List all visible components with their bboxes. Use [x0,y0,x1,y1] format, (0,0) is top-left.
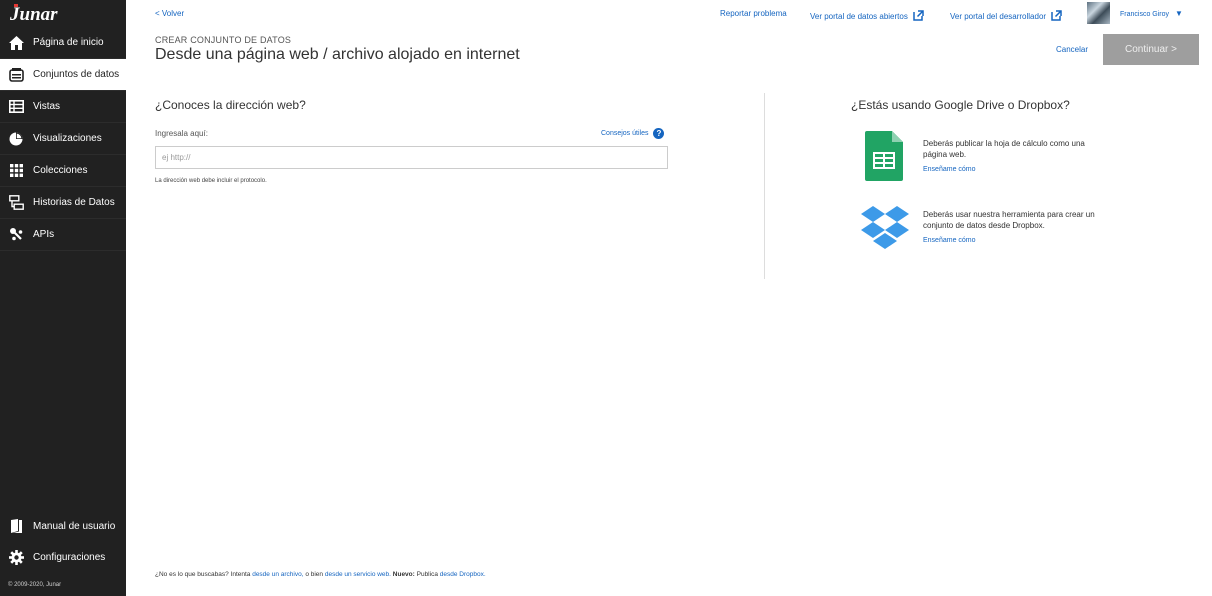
sidebar-item-label: Manual de usuario [33,521,116,532]
url-field-label: Ingresala aquí: [155,129,208,138]
google-drive-instructions: Deberás publicar la hoja de cálculo como… [923,139,1085,159]
table-icon [8,99,24,115]
footer-new-label: Nuevo: [392,571,415,578]
help-icon: ? [653,128,665,139]
pie-chart-icon [8,131,24,147]
sidebar-item-label: Vistas [33,101,61,112]
page-kicker: CREAR CONJUNTO DE DATOS [155,35,292,45]
open-data-portal-link[interactable]: Ver portal de datos abiertos [810,10,924,21]
sidebar-item-label: Configuraciones [33,552,106,563]
sidebar-item-label: APIs [33,229,55,240]
open-data-portal-label: Ver portal de datos abiertos [810,12,908,21]
sidebar-item-views[interactable]: Vistas [0,91,126,123]
back-link[interactable]: < Volver [155,9,184,18]
sidebar-item-user-manual[interactable]: Manual de usuario [0,511,126,542]
footer-text: ¿No es lo que buscabas? Intenta [155,571,253,578]
footer-text: o bien [303,571,325,578]
svg-text:Junar: Junar [9,4,58,25]
useful-tips-link[interactable]: Consejos útiles ? [601,128,665,139]
sidebar-item-label: Visualizaciones [33,133,102,144]
footer-note: ¿No es lo que buscabas? Intenta desde un… [155,571,486,578]
developer-portal-label: Ver portal del desarrollador [950,12,1047,21]
from-file-link[interactable]: desde un archivo, [252,571,303,578]
sidebar: Junar Página de inicio Conjuntos de dato… [0,0,126,596]
home-icon [8,35,24,51]
dropbox-icon[interactable] [861,206,909,255]
url-section-title: ¿Conoces la dirección web? [155,98,306,112]
footer-text: Publica [414,571,440,578]
chevron-down-icon: ▼ [1174,9,1183,18]
external-link-icon [913,10,924,21]
sidebar-item-label: Colecciones [33,165,88,176]
sidebar-item-label: Página de inicio [33,37,104,48]
sidebar-item-visualizations[interactable]: Visualizaciones [0,123,126,155]
from-web-service-link[interactable]: desde un servicio web. [325,571,391,578]
gear-icon [8,550,24,566]
from-dropbox-link[interactable]: desde Dropbox. [440,571,486,578]
external-link-icon [1051,10,1063,21]
cancel-button[interactable]: Cancelar [1056,45,1088,54]
sidebar-item-data-stories[interactable]: Historias de Datos [0,187,126,219]
sidebar-item-home[interactable]: Página de inicio [0,27,126,59]
book-icon [8,519,24,535]
url-input[interactable] [155,146,668,169]
sidebar-item-label: Historias de Datos [33,197,115,208]
useful-tips-label: Consejos útiles [601,130,649,137]
vertical-divider [764,93,765,279]
page-title: Desde una página web / archivo alojado e… [155,46,520,63]
sidebar-item-collections[interactable]: Colecciones [0,155,126,187]
continue-button[interactable]: Continuar > [1103,34,1199,65]
datasets-icon [8,67,24,83]
google-drive-howto-link[interactable]: Enseñame cómo [923,166,976,173]
sidebar-item-apis[interactable]: APIs [0,219,126,251]
developer-portal-link[interactable]: Ver portal del desarrollador [950,10,1063,21]
user-name: Francisco Giroy [1120,11,1170,18]
dropbox-howto-link[interactable]: Enseñame cómo [923,237,976,244]
google-sheets-icon[interactable] [865,131,903,186]
alternatives-title: ¿Estás usando Google Drive o Dropbox? [851,98,1070,112]
api-icon [8,227,24,243]
avatar[interactable] [1087,2,1110,24]
junar-logo[interactable]: Junar [9,2,69,26]
sidebar-item-settings[interactable]: Configuraciones [0,542,126,573]
sidebar-item-label: Conjuntos de datos [33,69,120,80]
grid-icon [8,163,24,179]
url-hint: La dirección web debe incluir el protoco… [155,178,267,184]
dropbox-instructions: Deberás usar nuestra herramienta para cr… [923,210,1095,230]
user-menu[interactable]: Francisco Giroy ▼ [1120,9,1183,18]
copyright: © 2009-2020, Junar [8,582,62,588]
sidebar-item-datasets[interactable]: Conjuntos de datos [0,59,126,91]
report-problem-link[interactable]: Reportar problema [720,9,787,18]
stories-icon [8,195,24,211]
